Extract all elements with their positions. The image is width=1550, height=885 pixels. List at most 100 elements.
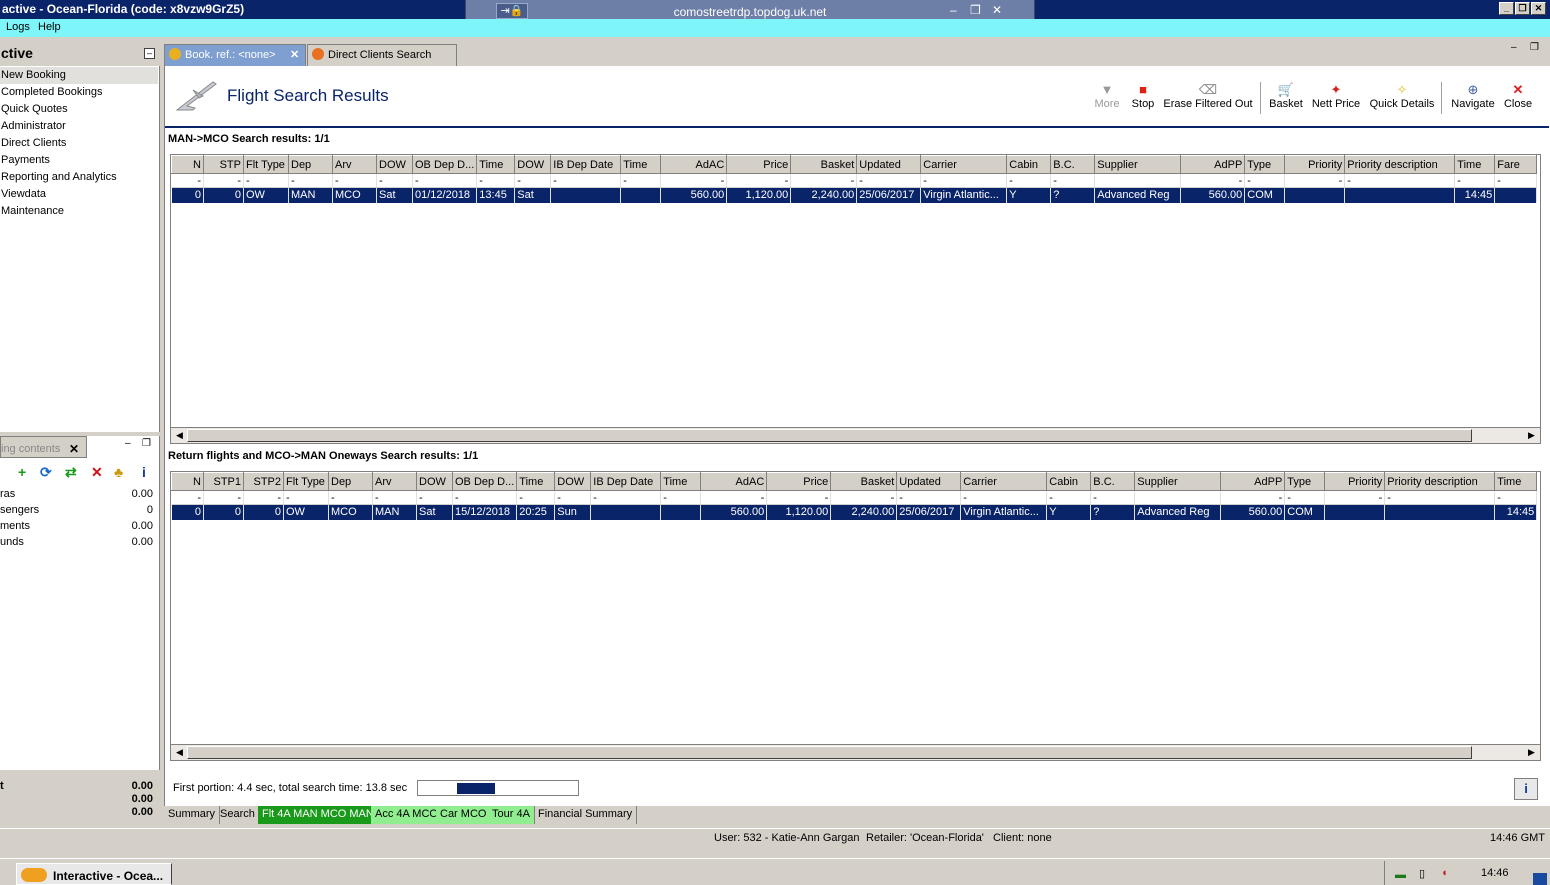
- menu-help[interactable]: Help: [38, 21, 61, 33]
- filter-cell[interactable]: -: [171, 173, 204, 188]
- palm-tree-icon[interactable]: ♣: [114, 464, 123, 480]
- filter-cell[interactable]: -: [1284, 173, 1346, 188]
- filter-cell[interactable]: -: [416, 490, 453, 505]
- nett-price-button[interactable]: ✦ Nett Price: [1311, 82, 1361, 110]
- filter-cell[interactable]: -: [1284, 490, 1326, 505]
- filter-cell[interactable]: -: [550, 173, 622, 188]
- nav-quick-quotes[interactable]: Quick Quotes: [0, 101, 158, 118]
- erase-filtered-out-button[interactable]: ⌫ Erase Filtered Out: [1162, 82, 1254, 110]
- column-header[interactable]: AdPP: [1220, 472, 1286, 491]
- column-header[interactable]: Price: [726, 155, 792, 174]
- filter-cell[interactable]: -: [660, 173, 728, 188]
- nav-reporting-analytics[interactable]: Reporting and Analytics: [0, 169, 158, 186]
- column-header[interactable]: Dep: [328, 472, 373, 491]
- column-header[interactable]: Cabin: [1046, 472, 1092, 491]
- menu-logs[interactable]: Logs: [6, 21, 30, 33]
- minimize-icon[interactable]: –: [1511, 42, 1517, 53]
- filter-cell[interactable]: -: [1494, 490, 1538, 505]
- close-button[interactable]: ✕: [1531, 2, 1546, 15]
- filter-row[interactable]: - - - - - - - - - - - - - - - - - - - - …: [171, 173, 1538, 188]
- filter-cell[interactable]: -: [243, 173, 289, 188]
- minimize-icon[interactable]: –: [125, 438, 131, 449]
- filter-cell[interactable]: -: [830, 490, 898, 505]
- column-header[interactable]: DOW: [416, 472, 453, 491]
- column-header[interactable]: Supplier: [1134, 472, 1222, 491]
- column-header[interactable]: IB Dep Date: [590, 472, 662, 491]
- booking-contents-tab[interactable]: ing contents ✕: [0, 436, 87, 458]
- show-desktop-icon[interactable]: [1533, 873, 1547, 885]
- column-header[interactable]: OB Dep D...: [411, 155, 478, 174]
- delete-icon[interactable]: ✕: [91, 464, 103, 481]
- horizontal-scrollbar[interactable]: ◀ ▶: [171, 427, 1540, 443]
- filter-cell[interactable]: -: [412, 173, 478, 188]
- filter-cell[interactable]: -: [856, 173, 922, 188]
- close-icon[interactable]: ✕: [290, 48, 299, 61]
- filter-cell[interactable]: -: [1344, 173, 1456, 188]
- table-row[interactable]: 0 0 OW MAN MCO Sat 01/12/2018 13:45 Sat …: [171, 187, 1538, 203]
- filter-cell[interactable]: -: [960, 490, 1048, 505]
- tab-summary[interactable]: Summary: [164, 806, 221, 824]
- maximize-button[interactable]: ❐: [1515, 2, 1530, 15]
- filter-cell[interactable]: -: [476, 173, 516, 188]
- filter-cell[interactable]: -: [554, 490, 592, 505]
- column-header[interactable]: Cabin: [1006, 155, 1052, 174]
- column-header[interactable]: DOW: [514, 155, 552, 174]
- column-header[interactable]: Time: [1494, 472, 1538, 491]
- device-icon[interactable]: ▯: [1419, 867, 1425, 880]
- column-header[interactable]: OB Dep D...: [451, 472, 518, 491]
- filter-cell[interactable]: [1134, 490, 1222, 505]
- taskbar-app-button[interactable]: Interactive - Ocea...: [16, 863, 172, 885]
- column-header[interactable]: Carrier: [920, 155, 1008, 174]
- quick-details-button[interactable]: ✧ Quick Details: [1369, 82, 1435, 110]
- filter-cell[interactable]: -: [332, 173, 377, 188]
- column-header[interactable]: Supplier: [1094, 155, 1182, 174]
- minimize-button[interactable]: _: [1499, 2, 1514, 15]
- nav-viewdata[interactable]: Viewdata: [0, 186, 158, 203]
- column-header[interactable]: B.C.: [1050, 155, 1096, 174]
- collapse-icon[interactable]: –: [144, 48, 155, 59]
- filter-cell[interactable]: -: [376, 173, 413, 188]
- column-header[interactable]: DOW: [376, 155, 413, 174]
- scrollbar-thumb[interactable]: [187, 746, 1472, 759]
- filter-cell[interactable]: -: [1384, 490, 1496, 505]
- column-header[interactable]: Priority description: [1384, 472, 1496, 491]
- filter-cell[interactable]: -: [1050, 173, 1096, 188]
- filter-cell[interactable]: -: [1046, 490, 1092, 505]
- scroll-left-icon[interactable]: ◀: [172, 746, 187, 759]
- filter-cell[interactable]: -: [660, 490, 702, 505]
- filter-cell[interactable]: -: [452, 490, 518, 505]
- column-header[interactable]: IB Dep Date: [550, 155, 622, 174]
- column-header[interactable]: Carrier: [960, 472, 1048, 491]
- scrollbar-thumb[interactable]: [187, 429, 1472, 442]
- filter-cell[interactable]: -: [1244, 173, 1286, 188]
- table-row[interactable]: 0 0 0 OW MCO MAN Sat 15/12/2018 20:25 Su…: [171, 504, 1538, 520]
- more-button[interactable]: ▼ More: [1094, 82, 1120, 110]
- filter-cell[interactable]: -: [516, 490, 556, 505]
- filter-row[interactable]: - - - - - - - - - - - - - - - - - - - - …: [171, 490, 1538, 505]
- filter-cell[interactable]: -: [243, 490, 284, 505]
- filter-cell[interactable]: -: [766, 490, 832, 505]
- tab-flight[interactable]: Flt 4A MAN MCO MAN: [258, 806, 379, 824]
- column-header[interactable]: AdAC: [660, 155, 728, 174]
- filter-cell[interactable]: -: [896, 490, 962, 505]
- filter-cell[interactable]: -: [790, 173, 858, 188]
- column-header[interactable]: Priority: [1324, 472, 1386, 491]
- rdp-minimize-button[interactable]: –: [950, 3, 957, 17]
- network-icon[interactable]: ▬: [1395, 869, 1406, 881]
- column-header[interactable]: Fare: [1494, 155, 1538, 174]
- column-header[interactable]: B.C.: [1090, 472, 1136, 491]
- refresh-icon[interactable]: ⟳: [40, 464, 52, 481]
- filter-cell[interactable]: -: [328, 490, 373, 505]
- column-header[interactable]: Priority: [1284, 155, 1346, 174]
- filter-cell[interactable]: -: [700, 490, 768, 505]
- filter-cell[interactable]: -: [920, 173, 1008, 188]
- column-header[interactable]: Type: [1244, 155, 1286, 174]
- column-header[interactable]: AdAC: [700, 472, 768, 491]
- nav-administrator[interactable]: Administrator: [0, 118, 158, 135]
- column-header[interactable]: Basket: [790, 155, 858, 174]
- column-header[interactable]: DOW: [554, 472, 592, 491]
- filter-cell[interactable]: -: [203, 173, 244, 188]
- filter-cell[interactable]: -: [1324, 490, 1386, 505]
- nav-new-booking[interactable]: New Booking: [0, 67, 158, 84]
- maximize-icon[interactable]: ❐: [1530, 42, 1539, 53]
